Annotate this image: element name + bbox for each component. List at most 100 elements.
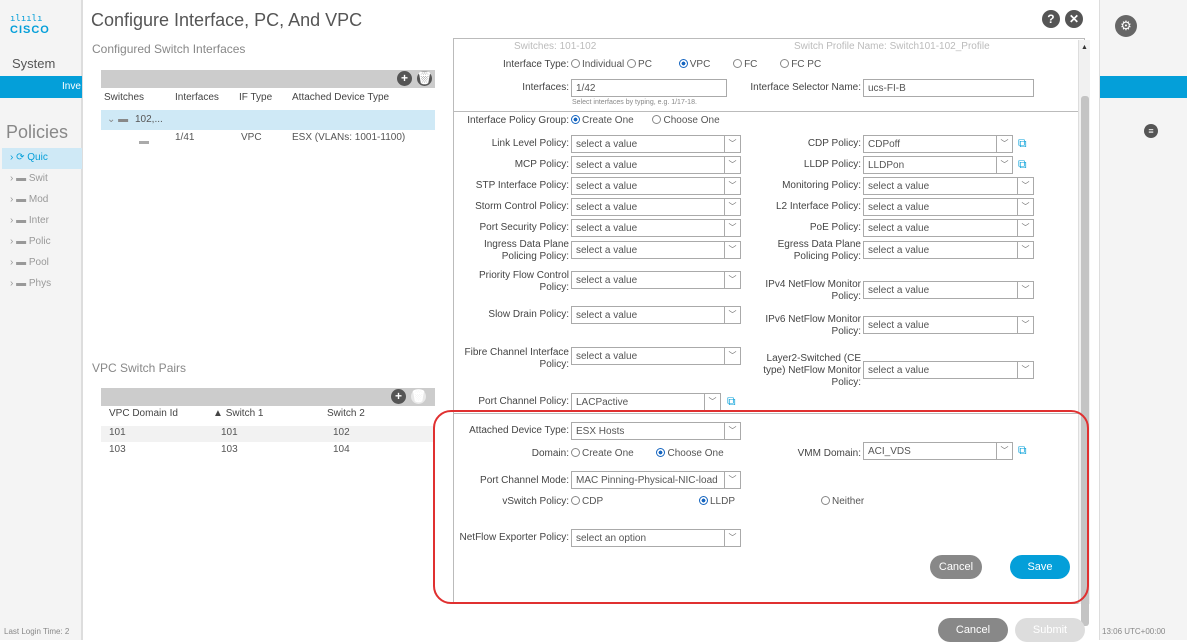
netflow-exporter-policy-select[interactable]: select an option ﹀	[571, 529, 741, 547]
form-cancel-button[interactable]: Cancel	[930, 555, 982, 579]
nav-item-switches[interactable]: › ▬ Swit	[2, 169, 82, 190]
egress-policing-policy-select[interactable]: select a value ﹀	[863, 241, 1034, 259]
create-policy-link-icon[interactable]: ⧉	[1018, 157, 1032, 171]
col-switch-1-label: Switch 1	[225, 408, 264, 419]
interfaces-table-toolbar: + 🗑	[101, 70, 435, 88]
form-save-button[interactable]: Save	[1010, 555, 1070, 579]
ipv6-netflow-monitor-policy-select[interactable]: select a value ﹀	[863, 316, 1034, 334]
attached-device-type-select[interactable]: ESX Hosts ﹀	[571, 422, 741, 440]
layer2-netflow-monitor-policy-select[interactable]: select a value ﹀	[863, 361, 1034, 379]
domain-radio-group: Create One Choose One	[571, 448, 734, 459]
radio-fc[interactable]: FC	[733, 59, 757, 70]
col-switch-1[interactable]: ▲ Switch 1	[213, 408, 263, 419]
fibre-channel-interface-policy-label: Fibre Channel Interface Policy:	[454, 347, 569, 371]
port-channel-mode-select[interactable]: MAC Pinning-Physical-NIC-load ﹀	[571, 471, 741, 489]
radio-pc[interactable]: PC	[627, 59, 652, 70]
storm-control-policy-select[interactable]: select a value ﹀	[571, 198, 741, 216]
create-policy-link-icon[interactable]: ⧉	[727, 394, 741, 408]
radio-dot	[821, 496, 830, 505]
radio-create-one[interactable]: Create One	[571, 448, 634, 459]
nav-item-label: Pool	[28, 257, 49, 268]
link-level-policy-label: Link Level Policy:	[491, 138, 569, 149]
radio-neither[interactable]: Neither	[821, 496, 864, 507]
radio-lldp[interactable]: LLDP	[699, 496, 735, 507]
stp-interface-policy-select[interactable]: select a value ﹀	[571, 177, 741, 195]
scroll-up-icon[interactable]: ▲	[1081, 44, 1088, 51]
mcp-policy-select[interactable]: select a value ﹀	[571, 156, 741, 174]
nav-item-modules[interactable]: › ▬ Mod	[2, 190, 82, 211]
radio-cdp[interactable]: CDP	[571, 496, 603, 507]
submit-button[interactable]: Submit	[1015, 618, 1085, 642]
cdp-policy-select[interactable]: CDPoff ﹀	[863, 135, 1013, 153]
radio-dot-selected	[699, 496, 708, 505]
inventory-tab[interactable]: Inve	[0, 76, 82, 98]
form-scrollbar[interactable]: ▲	[1078, 40, 1090, 626]
link-level-policy-select[interactable]: select a value ﹀	[571, 135, 741, 153]
radio-label: Individual	[582, 59, 625, 70]
col-attached-device-type[interactable]: Attached Device Type	[292, 92, 389, 103]
create-policy-link-icon[interactable]: ⧉	[1018, 136, 1032, 150]
fibre-channel-interface-policy-select[interactable]: select a value ﹀	[571, 347, 741, 365]
chevron-down-icon: ﹀	[1017, 282, 1033, 298]
cancel-button[interactable]: Cancel	[938, 618, 1008, 642]
scrollbar-thumb[interactable]	[1081, 96, 1089, 626]
nav-item-pools[interactable]: › ▬ Pool	[2, 253, 82, 274]
radio-dot	[571, 448, 580, 457]
radio-create-one[interactable]: Create One	[571, 115, 634, 126]
label-line: Fibre Channel Interface	[464, 347, 569, 358]
radio-individual[interactable]: Individual	[571, 59, 624, 70]
select-value: select a value	[576, 310, 638, 321]
system-tab[interactable]: System	[12, 56, 55, 71]
table-row[interactable]: 101 101 102	[101, 426, 435, 442]
label-line: Egress Data Plane	[777, 239, 861, 250]
cdp-policy-label: CDP Policy:	[807, 138, 861, 149]
table-row[interactable]: ▬ 1/41 VPC ESX (VLANs: 1001-1100)	[101, 132, 435, 152]
nav-item-physical[interactable]: › ▬ Phys	[2, 274, 82, 295]
select-value: select a value	[576, 139, 638, 150]
col-interfaces[interactable]: Interfaces	[175, 92, 219, 103]
radio-fc-pc[interactable]: FC PC	[780, 59, 821, 70]
nav-item-quick-start[interactable]: › ⟳ Quic	[2, 148, 82, 169]
slow-drain-policy-select[interactable]: select a value ﹀	[571, 306, 741, 324]
port-channel-policy-select[interactable]: LACPactive ﹀	[571, 393, 721, 411]
priority-flow-control-policy-select[interactable]: select a value ﹀	[571, 271, 741, 289]
gear-icon[interactable]: ⚙	[1115, 15, 1137, 37]
port-security-policy-select[interactable]: select a value ﹀	[571, 219, 741, 237]
radio-choose-one[interactable]: Choose One	[652, 115, 720, 126]
add-interface-icon[interactable]: +	[397, 71, 412, 86]
label-line: Policy:	[539, 282, 569, 293]
last-login-text: Last Login Time: 2	[4, 627, 70, 636]
interfaces-group-row[interactable]: ⌄ ▬ 102,...	[101, 110, 435, 130]
radio-vpc[interactable]: VPC	[678, 59, 710, 70]
ingress-policing-policy-select[interactable]: select a value ﹀	[571, 241, 741, 259]
col-if-type[interactable]: IF Type	[239, 92, 272, 103]
delete-interface-icon[interactable]: 🗑	[417, 71, 432, 86]
expand-chevron-icon[interactable]: ⌄ ▬	[107, 114, 128, 125]
l2-interface-policy-select[interactable]: select a value ﹀	[863, 198, 1034, 216]
ipv4-netflow-monitor-policy-select[interactable]: select a value ﹀	[863, 281, 1034, 299]
row-domain: 101	[109, 427, 126, 438]
interfaces-input[interactable]: 1/42	[571, 79, 727, 97]
vmm-domain-select[interactable]: ACI_VDS ﹀	[863, 442, 1013, 460]
monitoring-policy-select[interactable]: select a value ﹀	[863, 177, 1034, 195]
nav-item-interfaces[interactable]: › ▬ Inter	[2, 211, 82, 232]
add-vpc-icon[interactable]: +	[391, 389, 406, 404]
help-icon[interactable]: ?	[1041, 10, 1060, 28]
poe-policy-select[interactable]: select a value ﹀	[863, 219, 1034, 237]
radio-choose-one[interactable]: Choose One	[656, 448, 724, 459]
radio-dot	[571, 59, 580, 68]
label-line: IPv4 NetFlow Monitor	[765, 279, 861, 290]
close-icon[interactable]: ✕	[1065, 10, 1083, 28]
radio-label: Choose One	[667, 448, 724, 459]
row-domain: 103	[109, 444, 126, 455]
interface-selector-name-input[interactable]: ucs-FI-B	[863, 79, 1034, 97]
nav-item-policies[interactable]: › ▬ Polic	[2, 232, 82, 253]
select-value: select a value	[868, 223, 930, 234]
col-switch-2[interactable]: Switch 2	[327, 408, 365, 419]
list-icon[interactable]: ≡	[1144, 124, 1158, 138]
lldp-policy-select[interactable]: LLDPon ﹀	[863, 156, 1013, 174]
col-vpc-domain-id[interactable]: VPC Domain Id	[109, 408, 178, 419]
table-row[interactable]: 103 103 104	[101, 443, 435, 459]
col-switches[interactable]: Switches	[104, 92, 144, 103]
create-domain-link-icon[interactable]: ⧉	[1018, 443, 1032, 457]
